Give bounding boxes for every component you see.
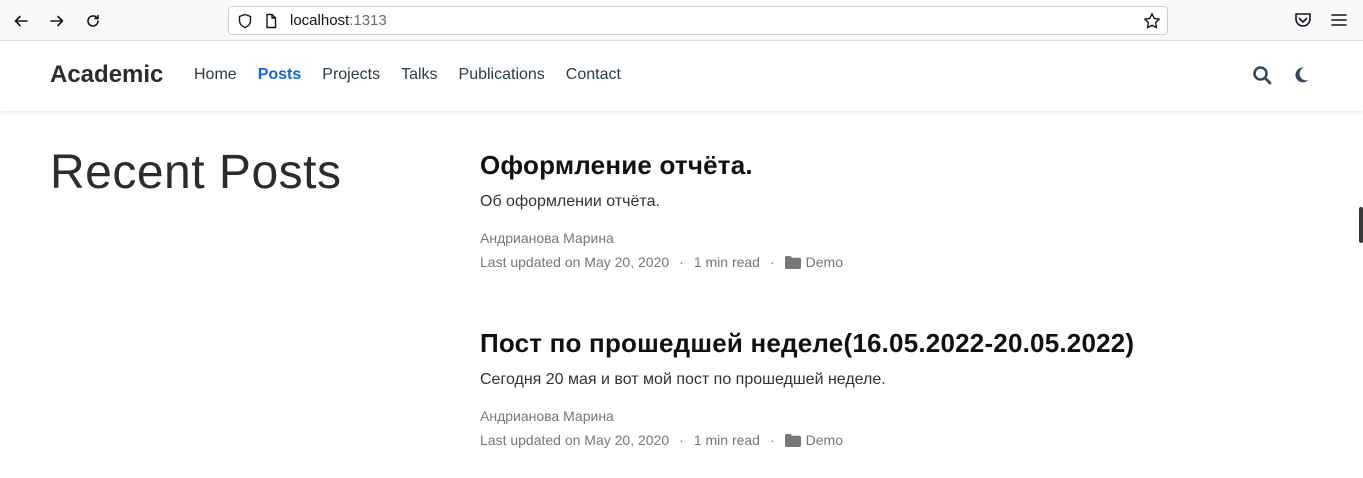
meta-separator: ·: [679, 254, 684, 270]
moon-icon[interactable]: [1291, 65, 1311, 85]
url-text[interactable]: localhost:1313: [290, 12, 387, 29]
shield-icon[interactable]: [237, 13, 253, 29]
post-updated: Last updated on May 20, 2020: [480, 254, 670, 270]
browser-toolbar: localhost:1313: [0, 0, 1363, 41]
site-brand[interactable]: Academic: [50, 61, 163, 89]
reload-icon[interactable]: [80, 8, 106, 34]
post-title[interactable]: Пост по прошедшей неделе(16.05.2022-20.0…: [480, 328, 1280, 359]
post-author[interactable]: Андрианова Марина: [480, 408, 1280, 424]
post-meta: Last updated on May 20, 2020 · 1 min rea…: [480, 432, 1280, 448]
nav-contact[interactable]: Contact: [566, 66, 621, 84]
post-author[interactable]: Андрианова Марина: [480, 230, 1280, 246]
post-item: Оформление отчёта. Об оформлении отчёта.…: [480, 150, 1280, 270]
hamburger-menu-icon[interactable]: [1329, 10, 1349, 30]
star-icon[interactable]: [1143, 12, 1161, 30]
post-category[interactable]: Demo: [806, 432, 843, 448]
back-icon[interactable]: [8, 8, 34, 34]
post-read-time: 1 min read: [693, 254, 760, 270]
folder-icon: [784, 255, 801, 269]
post-updated: Last updated on May 20, 2020: [480, 432, 670, 448]
site-navbar: Academic Home Posts Projects Talks Publi…: [0, 41, 1363, 111]
meta-separator: ·: [769, 432, 775, 448]
nav-home[interactable]: Home: [194, 66, 237, 84]
nav-talks[interactable]: Talks: [401, 66, 437, 84]
meta-separator: ·: [679, 432, 684, 448]
page-scrollbar[interactable]: [1359, 207, 1363, 243]
page-icon[interactable]: [263, 13, 279, 29]
post-title[interactable]: Оформление отчёта.: [480, 150, 1280, 181]
post-read-time: 1 min read: [693, 432, 760, 448]
post-summary: Сегодня 20 мая и вот мой пост по прошедш…: [480, 371, 886, 388]
main-menu: Home Posts Projects Talks Publications C…: [194, 66, 642, 84]
nav-projects[interactable]: Projects: [322, 66, 380, 84]
nav-posts[interactable]: Posts: [258, 66, 302, 84]
section-title: Recent Posts: [50, 146, 342, 199]
search-icon[interactable]: [1252, 65, 1272, 85]
post-summary: Об оформлении отчёта.: [480, 193, 660, 210]
nav-publications[interactable]: Publications: [459, 66, 545, 84]
post-category[interactable]: Demo: [806, 254, 843, 270]
post-item: Пост по прошедшей неделе(16.05.2022-20.0…: [480, 328, 1280, 448]
meta-separator: ·: [769, 254, 775, 270]
pocket-icon[interactable]: [1293, 10, 1313, 30]
address-bar[interactable]: localhost:1313: [228, 6, 1168, 35]
post-meta: Last updated on May 20, 2020 · 1 min rea…: [480, 254, 1280, 270]
forward-icon[interactable]: [44, 8, 70, 34]
folder-icon: [784, 433, 801, 447]
